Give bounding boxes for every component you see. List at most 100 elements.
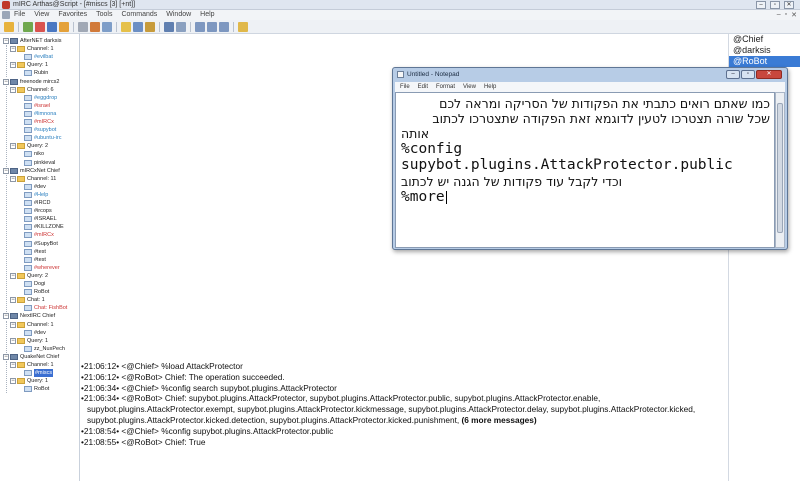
connect-icon[interactable] (4, 21, 14, 32)
tree-item[interactable]: #mIRCx (24, 118, 54, 126)
collapse-icon[interactable]: − (10, 297, 16, 304)
tree-item[interactable]: #IRCD (24, 199, 51, 207)
tree-item[interactable]: #eggdrop (24, 94, 57, 102)
notepad-close-button[interactable]: ✕ (756, 70, 782, 79)
tree-item[interactable]: #supybot (24, 126, 56, 134)
tree-group[interactable]: − Query: 2 (10, 272, 48, 280)
notepad-menu-file[interactable]: File (400, 82, 410, 92)
tree-network[interactable]: − mIRCxNet Chief (3, 167, 60, 175)
menu-file[interactable]: File (14, 10, 25, 20)
nick-item[interactable]: @Chief (729, 34, 800, 45)
tree-group[interactable]: − Channel: 1 (10, 321, 54, 329)
notepad-scrollbar[interactable] (775, 92, 785, 248)
collapse-icon[interactable]: − (10, 46, 16, 53)
url-list-icon[interactable] (176, 21, 186, 32)
notepad-title-bar[interactable]: Untitled - Notepad – ▫ ✕ (393, 68, 787, 81)
scripts-editor-icon[interactable] (78, 21, 88, 32)
tree-group[interactable]: − Channel: 1 (10, 45, 54, 53)
tile-horizontal-icon[interactable] (195, 21, 205, 32)
tree-item[interactable]: Rubin (24, 69, 48, 77)
scrollbar-thumb[interactable] (777, 103, 783, 233)
menu-help[interactable]: Help (200, 10, 214, 20)
tree-item[interactable]: #ISRAEL (24, 215, 57, 223)
notepad-maximize-button[interactable]: ▫ (741, 70, 755, 79)
collapse-icon[interactable]: − (10, 272, 16, 279)
tree-group[interactable]: − Chat: 1 (10, 296, 45, 304)
tree-group[interactable]: − Query: 1 (10, 377, 48, 385)
received-files-icon[interactable] (145, 21, 155, 32)
tree-item[interactable]: niko (24, 150, 44, 158)
menu-view[interactable]: View (34, 10, 49, 20)
tree-network[interactable]: − freenode mircs2 (3, 78, 59, 86)
collapse-icon[interactable]: − (10, 143, 16, 150)
collapse-icon[interactable]: − (3, 78, 9, 85)
collapse-icon[interactable]: − (3, 38, 9, 44)
notepad-menu-edit[interactable]: Edit (418, 82, 428, 92)
tree-item[interactable]: #SupyBot (24, 240, 58, 248)
aliases-icon[interactable] (102, 21, 112, 32)
notepad-menu-format[interactable]: Format (436, 82, 455, 92)
menu-commands[interactable]: Commands (121, 10, 157, 20)
tree-item[interactable]: #KILLZONE (24, 223, 64, 231)
help-icon[interactable] (238, 21, 248, 32)
minimize-button[interactable]: – (756, 1, 766, 9)
tree-item[interactable]: #israel (24, 102, 50, 110)
notepad-text-area[interactable]: כמו שאתם רואים כתבתי את הפקודות של הסריק… (395, 92, 775, 248)
tree-item[interactable]: Chat: FishBot (24, 304, 67, 312)
collapse-icon[interactable]: − (10, 362, 16, 368)
notepad-menu-help[interactable]: Help (484, 82, 496, 92)
tree-item[interactable]: Dogi (24, 280, 45, 288)
dcc-send-icon[interactable] (121, 21, 131, 32)
tree-item[interactable]: pinkieval (24, 159, 55, 167)
child-close-button[interactable]: ✕ (791, 11, 797, 19)
tree-item[interactable]: #evilbat (24, 53, 53, 61)
collapse-icon[interactable]: − (3, 167, 9, 174)
nick-item[interactable]: @darksis (729, 45, 800, 56)
nick-item-selected[interactable]: @RoBot (729, 56, 800, 67)
tree-item[interactable]: #dev (24, 183, 46, 191)
tree-group[interactable]: − Channel: 6 (10, 86, 54, 94)
tree-item[interactable]: zz_NuxPech (24, 345, 65, 353)
cascade-icon[interactable] (219, 21, 229, 32)
child-restore-button[interactable]: ▫ (785, 11, 787, 19)
collapse-icon[interactable]: − (10, 86, 16, 93)
tree-item[interactable]: #Help (24, 191, 48, 199)
more-messages-link[interactable]: (6 more messages) (462, 415, 537, 425)
options-icon[interactable] (35, 21, 45, 32)
close-button[interactable]: ✕ (784, 1, 794, 9)
notepad-menu-view[interactable]: View (463, 82, 476, 92)
dcc-chat-icon[interactable] (133, 21, 143, 32)
notepad-minimize-button[interactable]: – (726, 70, 740, 79)
tree-network[interactable]: − NextIRC Chief (3, 312, 55, 320)
tree-item[interactable]: #test (24, 256, 46, 264)
tree-group[interactable]: − Channel: 11 (10, 175, 56, 183)
tree-group[interactable]: − Query: 2 (10, 142, 48, 150)
channel-list-icon[interactable] (59, 21, 69, 32)
tree-item[interactable]: #dev (24, 329, 46, 337)
tree-item[interactable]: #ircops (24, 207, 52, 215)
tree-item[interactable]: RoBot (24, 385, 49, 393)
tree-network[interactable]: − QuakeNet Chief (3, 353, 59, 361)
collapse-icon[interactable]: − (10, 62, 16, 69)
tree-group[interactable]: − Query: 1 (10, 61, 48, 69)
tile-vertical-icon[interactable] (207, 21, 217, 32)
collapse-icon[interactable]: − (10, 175, 16, 182)
collapse-icon[interactable]: − (3, 353, 9, 360)
collapse-icon[interactable]: − (10, 321, 16, 328)
favorites-icon[interactable] (23, 21, 33, 32)
remote-icon[interactable] (90, 21, 100, 32)
channel-window-icon[interactable] (2, 11, 10, 19)
tree-item[interactable]: #wherever (24, 264, 60, 272)
menu-tools[interactable]: Tools (96, 10, 112, 20)
address-book-icon[interactable] (47, 21, 57, 32)
child-minimize-button[interactable]: – (777, 11, 781, 19)
tree-item[interactable]: #mIRCx (24, 231, 54, 239)
collapse-icon[interactable]: − (3, 313, 9, 320)
collapse-icon[interactable]: − (10, 378, 16, 385)
tree-item[interactable]: RoBot (24, 288, 49, 296)
tree-item[interactable]: #limnona (24, 110, 56, 118)
maximize-button[interactable]: ▫ (770, 1, 780, 9)
collapse-icon[interactable]: − (10, 337, 16, 344)
tree-network[interactable]: − AfterNET darksis (3, 37, 61, 45)
tree-item[interactable]: #ubuntu-irc (24, 134, 62, 142)
